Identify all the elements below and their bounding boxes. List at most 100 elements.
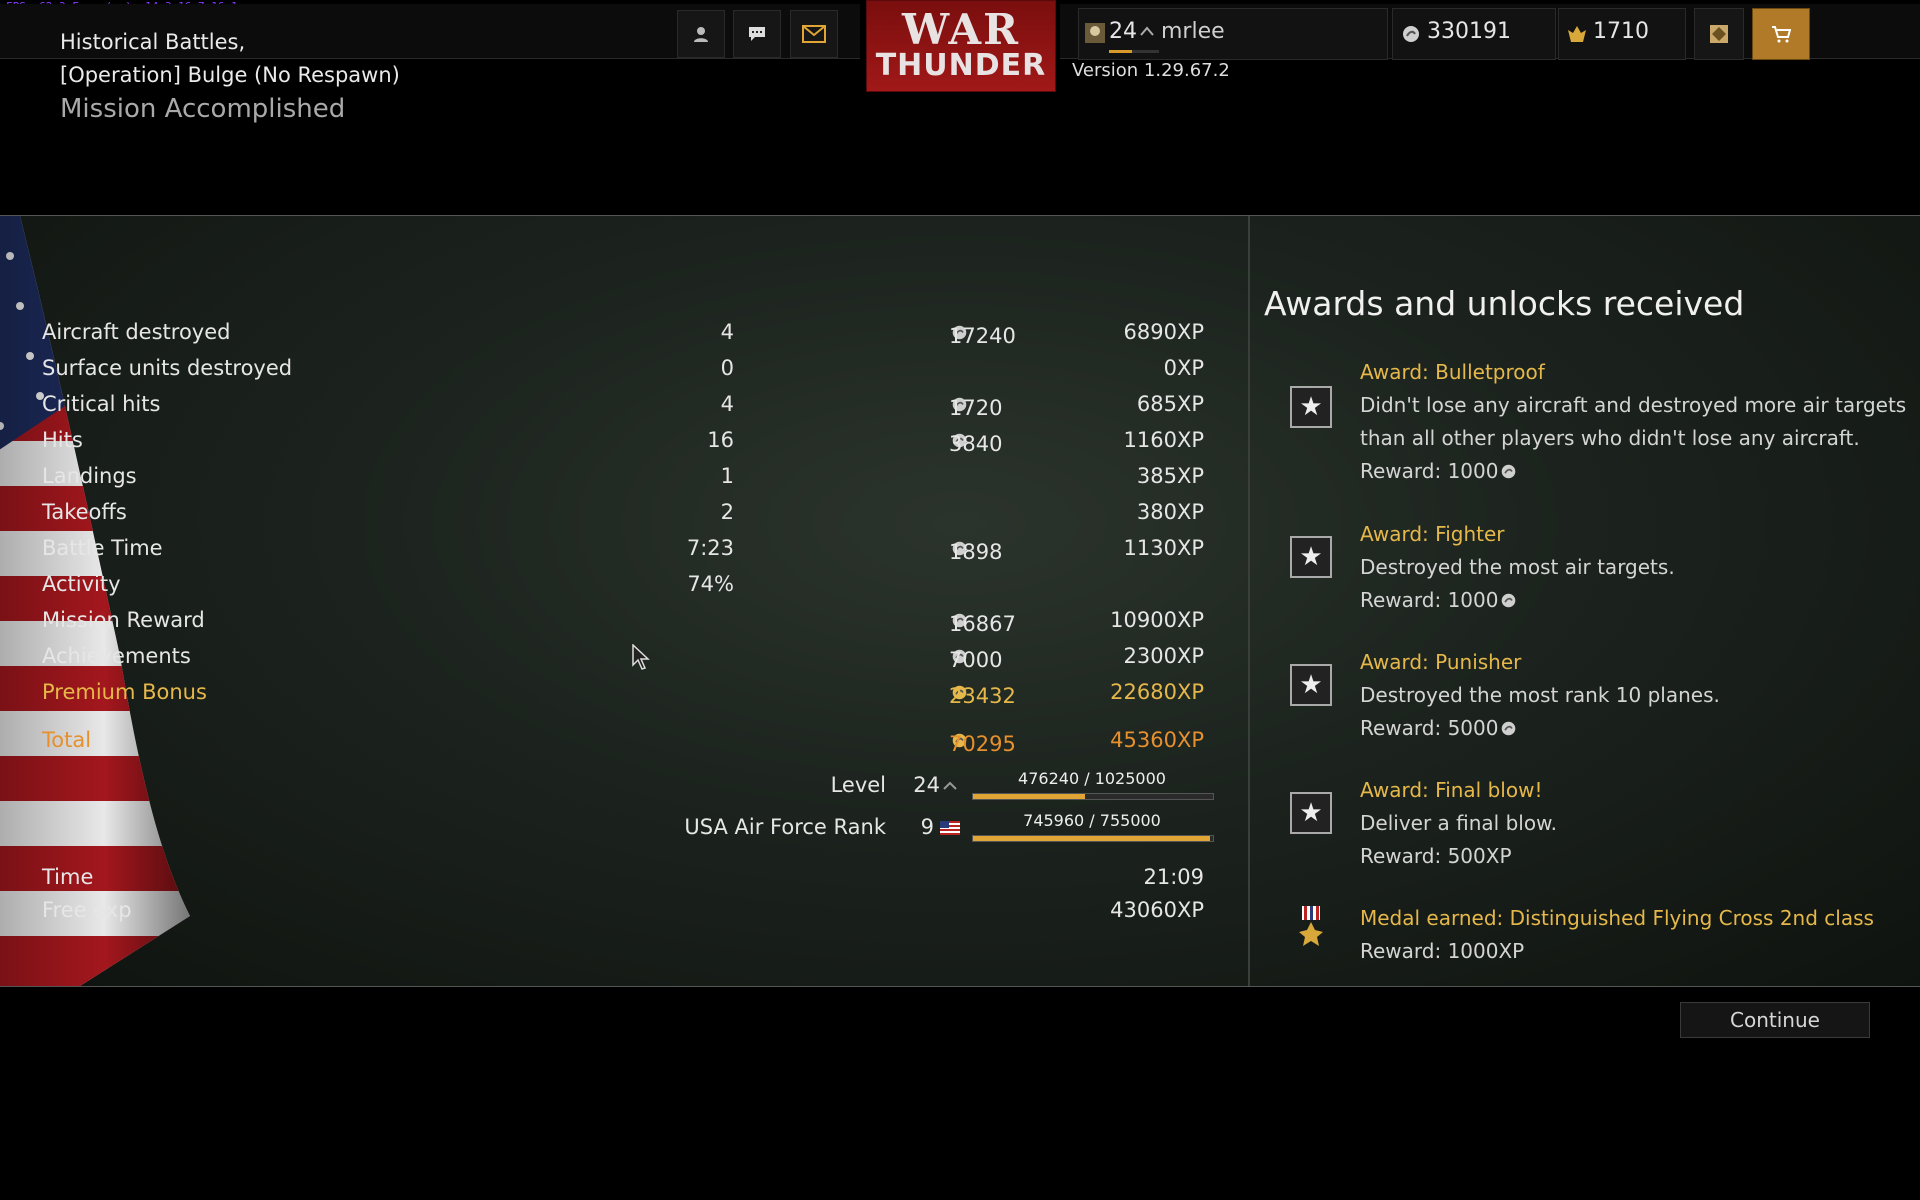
golden-eagle-icon bbox=[1568, 26, 1586, 42]
stat-row: Aircraft destroyed 4 17240 6890XP bbox=[0, 316, 1220, 350]
award-reward: Reward: 500XP bbox=[1360, 844, 1512, 868]
award-star-icon: ★ bbox=[1290, 792, 1332, 834]
stat-label: Battle Time bbox=[42, 536, 163, 560]
free-exp-label: Free exp bbox=[42, 898, 132, 922]
chat-icon bbox=[749, 27, 765, 41]
award-final-blow: ★ Award: Final blow! Deliver a final blo… bbox=[1264, 774, 1920, 884]
award-reward-text: Reward: 5000 bbox=[1360, 716, 1499, 740]
rank-row: USA Air Force Rank 9 745960 / 755000 bbox=[0, 811, 1220, 845]
rank-progress-text: 745960 / 755000 bbox=[1023, 811, 1161, 830]
chat-button[interactable] bbox=[733, 10, 781, 58]
medal-reward: Reward: 1000XP bbox=[1360, 939, 1525, 963]
award-description: Deliver a final blow. bbox=[1360, 811, 1557, 835]
stat-xp: 1130XP bbox=[1123, 536, 1205, 560]
rank-label: USA Air Force Rank bbox=[684, 815, 886, 839]
level-progress-text: 476240 / 1025000 bbox=[1018, 769, 1166, 788]
stat-silver-lions: 17240 bbox=[949, 320, 1016, 348]
stat-label: Critical hits bbox=[42, 392, 161, 416]
player-profile[interactable]: 24 mrlee bbox=[1078, 8, 1388, 60]
award-fighter: ★ Award: Fighter Destroyed the most air … bbox=[1264, 518, 1920, 628]
silver-lions-balance[interactable]: 330191 bbox=[1392, 8, 1556, 60]
stat-silver-amount: 3840 bbox=[949, 432, 1003, 456]
premium-bonus-xp: 22680XP bbox=[1110, 680, 1204, 704]
stat-label: Landings bbox=[42, 464, 137, 488]
award-title: Award: Final blow! bbox=[1360, 778, 1543, 802]
game-version: Version 1.29.67.2 bbox=[1072, 60, 1230, 81]
player-level: 24 bbox=[1109, 19, 1137, 44]
mission-status: Mission Accomplished bbox=[60, 94, 346, 124]
medal-title: Medal earned: Distinguished Flying Cross… bbox=[1360, 906, 1874, 930]
award-title: Award: Punisher bbox=[1360, 650, 1522, 674]
war-thunder-logo: WAR THUNDER bbox=[866, 0, 1056, 92]
stat-row: Hits 16 3840 1160XP bbox=[0, 424, 1220, 458]
awards-title: Awards and unlocks received bbox=[1264, 284, 1745, 323]
stat-label: Mission Reward bbox=[42, 608, 205, 632]
stat-value: 0 bbox=[720, 356, 734, 380]
golden-eagles-balance[interactable]: 1710 bbox=[1558, 8, 1686, 60]
mission-info: Historical Battles, [Operation] Bulge (N… bbox=[60, 26, 400, 124]
stat-row: Surface units destroyed 0 0XP bbox=[0, 352, 1220, 386]
free-exp-value: 43060XP bbox=[1110, 898, 1204, 922]
award-description-line2: than all other players who didn't lose a… bbox=[1360, 426, 1860, 450]
stat-label: Activity bbox=[42, 572, 121, 596]
stat-silver-amount: 17240 bbox=[949, 324, 1016, 348]
rank-value: 9 bbox=[920, 815, 934, 839]
stat-value: 2 bbox=[720, 500, 734, 524]
total-xp: 45360XP bbox=[1110, 728, 1204, 752]
stat-value: 16 bbox=[707, 428, 734, 452]
panel-divider bbox=[1248, 216, 1250, 986]
award-star-icon: ★ bbox=[1290, 664, 1332, 706]
stat-silver-lions: 3840 bbox=[949, 428, 1002, 456]
premium-silver-amount: 23432 bbox=[949, 684, 1016, 708]
stat-value: 4 bbox=[720, 320, 734, 344]
total-silver-amount: 70295 bbox=[949, 732, 1016, 756]
premium-bonus-row: Premium Bonus 23432 22680XP bbox=[0, 676, 1220, 710]
level-chevron-icon bbox=[1140, 26, 1154, 36]
debriefing-panel: Aircraft destroyed 4 17240 6890XP Surface un… bbox=[0, 215, 1920, 987]
stat-xp: 385XP bbox=[1136, 464, 1204, 488]
stat-label: Achievements bbox=[42, 644, 191, 668]
time-value: 21:09 bbox=[1143, 865, 1204, 889]
contacts-button[interactable] bbox=[677, 10, 725, 58]
level-progress-bar bbox=[972, 793, 1214, 800]
stat-value: 7:23 bbox=[686, 536, 734, 560]
stat-row: Critical hits 4 1720 685XP bbox=[0, 388, 1220, 422]
shop-button[interactable] bbox=[1752, 8, 1810, 60]
medal-earned: Medal earned: Distinguished Flying Cross… bbox=[1264, 902, 1920, 982]
player-name: mrlee bbox=[1161, 19, 1225, 44]
stat-silver-amount: 1720 bbox=[949, 396, 1003, 420]
logo-war-text: WAR bbox=[902, 5, 1020, 54]
usa-flag-icon bbox=[940, 821, 960, 835]
time-row: Time 21:09 bbox=[0, 861, 1220, 895]
premium-bonus-silver: 23432 bbox=[949, 680, 1016, 708]
menu-icon bbox=[1710, 25, 1728, 43]
contacts-icon bbox=[694, 27, 708, 42]
stat-row: Activity 74% bbox=[0, 568, 1220, 602]
level-chevron-icon bbox=[943, 781, 957, 790]
level-row: Level 24 476240 / 1025000 bbox=[0, 769, 1220, 803]
stat-label: Hits bbox=[42, 428, 83, 452]
mail-button[interactable] bbox=[790, 10, 838, 58]
award-reward: Reward: 1000 bbox=[1360, 584, 1920, 617]
silver-lion-icon bbox=[1502, 593, 1516, 608]
stat-xp: 10900XP bbox=[1110, 608, 1204, 632]
stat-label: Takeoffs bbox=[42, 500, 127, 524]
total-silver: 70295 bbox=[949, 728, 1016, 756]
menu-button[interactable] bbox=[1694, 8, 1744, 60]
stat-label: Aircraft destroyed bbox=[42, 320, 231, 344]
stat-silver-lions: 16867 bbox=[949, 608, 1016, 636]
mission-mode: Historical Battles, bbox=[60, 30, 246, 54]
award-reward-text: Reward: 1000 bbox=[1360, 459, 1499, 483]
stat-silver-lions: 1898 bbox=[949, 536, 1002, 564]
time-label: Time bbox=[42, 865, 94, 889]
stat-xp: 1160XP bbox=[1123, 428, 1205, 452]
award-reward: Reward: 5000 bbox=[1360, 712, 1920, 745]
award-description: Destroyed the most air targets. bbox=[1360, 555, 1675, 579]
continue-button[interactable]: Continue bbox=[1680, 1002, 1870, 1038]
shop-icon bbox=[1772, 26, 1791, 43]
award-description: Destroyed the most rank 10 planes. bbox=[1360, 683, 1720, 707]
stat-value: 74% bbox=[687, 572, 734, 596]
stat-row: Mission Reward 16867 10900XP bbox=[0, 604, 1220, 638]
award-bulletproof: ★ Award: Bulletproof Didn't lose any air… bbox=[1264, 356, 1920, 496]
rank-progress-bar bbox=[972, 835, 1214, 842]
